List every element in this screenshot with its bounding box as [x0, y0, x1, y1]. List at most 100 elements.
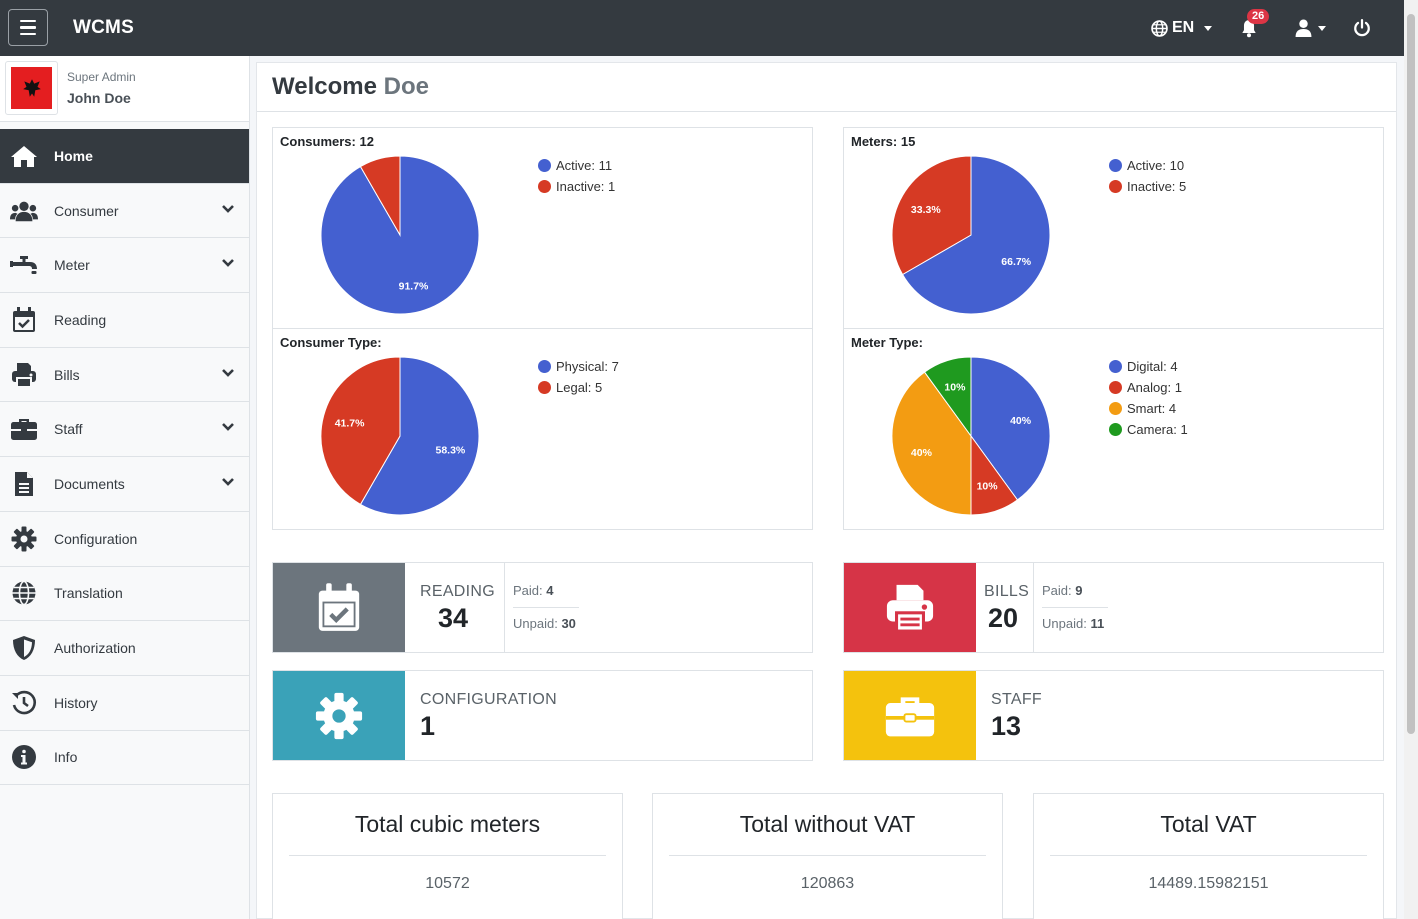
language-dropdown[interactable]: EN: [1151, 0, 1213, 56]
legend-label: Analog: 1: [1127, 380, 1182, 395]
divider: [257, 111, 1396, 112]
staff-info-box[interactable]: STAFF 13: [843, 670, 1384, 761]
sidebar-item-history[interactable]: History: [0, 676, 249, 731]
slice-label: 58.3%: [436, 445, 466, 457]
legend-item[interactable]: Smart: 4: [1109, 398, 1188, 419]
chart-legend: Active: 11 Inactive: 1: [538, 155, 615, 197]
briefcase-icon: [10, 415, 38, 443]
sidebar-item-reading[interactable]: Reading: [0, 293, 249, 348]
sidebar-item-label: Bills: [54, 366, 80, 383]
sidebar-item-label: Staff: [54, 421, 83, 438]
slice-label: 40%: [911, 447, 933, 459]
bills-info-box[interactable]: BILLS 20 Paid: 9 Unpaid: 11: [843, 562, 1384, 653]
brand-logo[interactable]: WCMS: [73, 17, 134, 39]
configuration-info-content: CONFIGURATION 1: [405, 671, 557, 760]
user-role: Super Admin: [67, 70, 136, 84]
legend-swatch: [538, 381, 551, 394]
reading-paid-split: Paid: 4 Unpaid: 30: [504, 563, 804, 652]
legend-item[interactable]: Active: 11: [538, 155, 615, 176]
menu-toggle-button[interactable]: [8, 9, 48, 46]
meter-type-chart: 40% 10% 40% 10% Meter Type: Digital: 4 Anal…: [844, 329, 1383, 530]
sidebar-item-bills[interactable]: Bills: [0, 348, 249, 403]
sidebar-item-translation[interactable]: Translation: [0, 567, 249, 622]
staff-label: STAFF: [991, 691, 1042, 708]
reading-count: 34: [438, 603, 469, 633]
caret-down-icon: [1204, 25, 1213, 31]
sidebar-item-label: Info: [54, 749, 78, 766]
consumers-chart: 91.7% Consumers: 12 Active: 11 Inactive:…: [273, 128, 812, 329]
sidebar-item-label: Authorization: [54, 640, 136, 657]
reading-icon-panel: [273, 563, 405, 652]
calendar-check-icon: [318, 582, 360, 631]
gear-icon: [10, 525, 38, 553]
sidebar-item-consumer[interactable]: Consumer: [0, 184, 249, 239]
total-cubic-meters-card: Total cubic meters 10572: [272, 793, 623, 919]
meters-chart: 66.7% 33.3% Meters: 15 Active: 10 Inactiv…: [844, 128, 1383, 329]
chart-legend: Physical: 7 Legal: 5: [538, 356, 619, 398]
sidebar-item-authorization[interactable]: Authorization: [0, 621, 249, 676]
legend-item[interactable]: Digital: 4: [1109, 356, 1188, 377]
configuration-info-box[interactable]: CONFIGURATION 1: [272, 670, 813, 761]
card-title: Total cubic meters: [354, 811, 541, 837]
printer-icon: [886, 584, 934, 633]
user-name[interactable]: John Doe: [67, 90, 131, 106]
reading-label: READING: [420, 583, 495, 600]
sidebar-item-configuration[interactable]: Configuration: [0, 512, 249, 567]
card-title: Total without VAT: [739, 811, 916, 837]
configuration-count: 1: [420, 711, 436, 741]
legend-item[interactable]: Analog: 1: [1109, 377, 1188, 398]
sidebar-item-staff[interactable]: Staff: [0, 402, 249, 458]
legend-item[interactable]: Camera: 1: [1109, 419, 1188, 440]
legend-item[interactable]: Active: 10: [1109, 155, 1186, 176]
divider: [289, 855, 606, 856]
legend-label: Physical: 7: [556, 359, 619, 374]
slice-label: 10%: [977, 481, 999, 493]
sidebar-item-documents[interactable]: Documents: [0, 457, 249, 512]
slice-label: 91.7%: [399, 280, 429, 292]
legend-swatch: [1109, 180, 1122, 193]
legend-label: Smart: 4: [1127, 401, 1177, 416]
legend-item[interactable]: Legal: 5: [538, 377, 619, 398]
sidebar-item-meter[interactable]: Meter: [0, 238, 249, 294]
page-scrollbar[interactable]: [1404, 0, 1418, 919]
legend-swatch: [1109, 360, 1122, 373]
card-title: Total VAT: [1160, 811, 1257, 837]
total-without-vat-card: Total without VAT 120863: [652, 793, 1003, 919]
chart-legend: Digital: 4 Analog: 1 Smart: 4 Camera: 1: [1109, 356, 1188, 440]
sidebar-menu: Home Consumer Meter Reading Bills Staff: [0, 129, 249, 786]
scrollbar-thumb[interactable]: [1407, 14, 1415, 734]
bills-count: 20: [988, 603, 1019, 633]
logout-button[interactable]: [1353, 0, 1371, 56]
legend-item[interactable]: Inactive: 5: [1109, 176, 1186, 197]
bills-unpaid-count: 11: [1090, 616, 1105, 631]
reading-paid: Paid: 4: [513, 583, 554, 598]
divider: [669, 855, 986, 856]
sidebar-item-home[interactable]: Home: [0, 129, 249, 184]
user-menu-dropdown[interactable]: [1295, 0, 1326, 56]
divider: [513, 607, 579, 608]
legend-item[interactable]: Inactive: 1: [538, 176, 615, 197]
caret-down-icon: [1318, 25, 1326, 31]
printer-icon: [10, 361, 38, 389]
user-icon: [1295, 19, 1312, 37]
chart-title: Meters: 15: [851, 134, 916, 149]
legend-label: Active: 10: [1127, 158, 1185, 173]
legend-item[interactable]: Physical: 7: [538, 356, 619, 377]
bills-icon-panel: [844, 563, 976, 652]
avatar[interactable]: [5, 61, 58, 115]
history-icon: [10, 689, 38, 717]
home-icon: [10, 142, 38, 170]
slice-label: 33.3%: [911, 204, 941, 216]
power-icon: [1354, 19, 1370, 37]
globe-icon: [10, 579, 38, 607]
configuration-icon-panel: [273, 671, 405, 760]
reading-info-box[interactable]: READING 34 Paid: 4 Unpaid: 30: [272, 562, 813, 653]
legend-label: Inactive: 5: [1127, 179, 1187, 194]
legend-swatch: [1109, 159, 1122, 172]
sidebar-item-label: Reading: [54, 311, 107, 328]
notification-count-badge: 26: [1247, 9, 1270, 24]
sidebar-item-info[interactable]: Info: [0, 731, 249, 786]
meter-charts-card: 66.7% 33.3% Meters: 15 Active: 10 Inactiv…: [843, 127, 1384, 530]
welcome-name: Doe: [383, 73, 429, 100]
calendar-check-icon: [10, 306, 38, 334]
